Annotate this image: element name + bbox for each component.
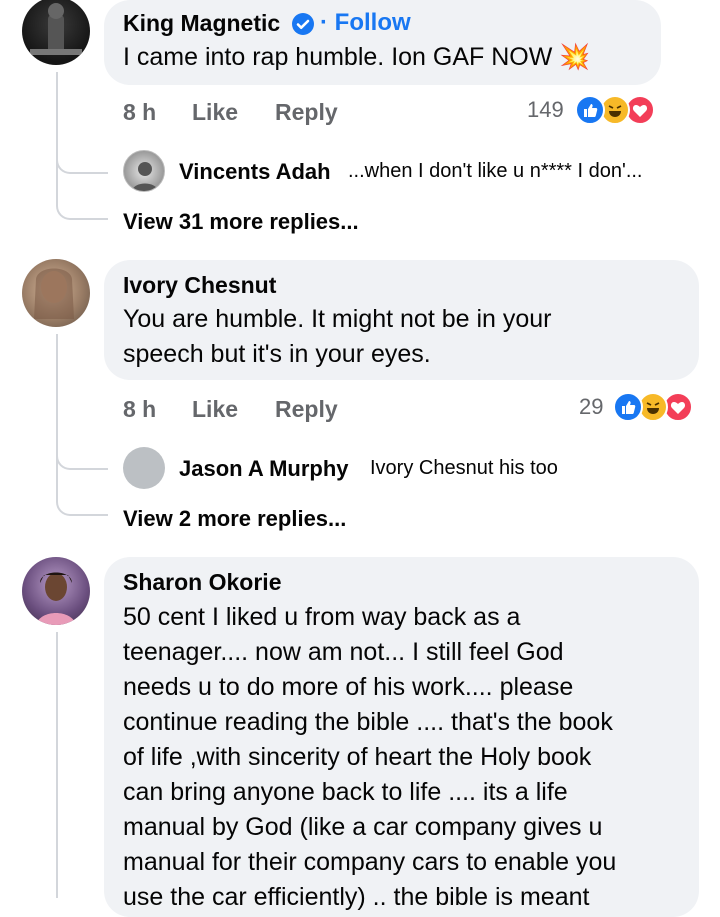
like-button[interactable]: Like [192, 99, 238, 126]
comment-author[interactable]: Ivory Chesnut [123, 272, 276, 299]
comment-text-line: continue reading the bible .... that's t… [123, 708, 613, 736]
comment-text: I came into rap humble. Ion GAF NOW 💥 [123, 40, 590, 75]
avatar-figure-icon [36, 572, 76, 625]
comment-author[interactable]: Sharon Okorie [123, 569, 281, 596]
comment-text-line: manual for their company cars to enable … [123, 848, 617, 876]
avatar-ivory-chesnut[interactable] [22, 259, 90, 327]
reply-text: ...when I don't like u n**** I don'... [348, 160, 643, 182]
reply-button[interactable]: Reply [275, 99, 338, 126]
reply-button[interactable]: Reply [275, 396, 338, 423]
thread-connector [56, 334, 108, 516]
comment-text-line: manual by God (like a car company gives … [123, 813, 603, 841]
comment-author[interactable]: King Magnetic [123, 10, 280, 37]
avatar-figure-icon [34, 268, 74, 319]
comment-text-line: can bring anyone back to life .... its a… [123, 778, 568, 806]
reaction-count[interactable]: 29 [579, 394, 603, 420]
view-more-replies[interactable]: View 31 more replies... [123, 209, 359, 235]
thread-line [56, 632, 58, 898]
like-reaction-icon [575, 95, 605, 125]
comment-text-line: teenager.... now am not... I still feel … [123, 638, 564, 666]
follow-link[interactable]: · Follow [320, 9, 411, 37]
avatar-king-magnetic[interactable] [22, 0, 90, 65]
comment-time: 8 h [123, 396, 157, 422]
comment-text-line: You are humble. It might not be in your [123, 305, 552, 333]
reply-author[interactable]: Jason A Murphy [179, 456, 349, 482]
avatar-figure-icon [30, 3, 82, 55]
reply-author[interactable]: Vincents Adah [179, 159, 331, 185]
reaction-count[interactable]: 149 [527, 97, 564, 123]
comment-text-line: 50 cent I liked u from way back as a [123, 603, 521, 631]
avatar-jason-a-murphy[interactable] [123, 447, 165, 489]
avatar-sharon-okorie[interactable] [22, 557, 90, 625]
verified-badge-icon [291, 12, 315, 36]
like-reaction-icon [613, 392, 643, 422]
avatar-vincents-adah[interactable] [123, 150, 165, 192]
avatar-portrait-icon [132, 162, 158, 191]
view-more-replies[interactable]: View 2 more replies... [123, 506, 346, 532]
comment-text-line: needs u to do more of his work.... pleas… [123, 673, 574, 701]
comment-time: 8 h [123, 99, 157, 125]
like-button[interactable]: Like [192, 396, 238, 423]
explosion-emoji: 💥 [559, 43, 591, 71]
reply-text: Ivory Chesnut his too [370, 457, 558, 479]
thread-connector [56, 72, 108, 220]
comment-text-line: speech but it's in your eyes. [123, 340, 431, 368]
comment-text-content: I came into rap humble. Ion GAF NOW [123, 43, 553, 71]
comment-text-line: of life ,with sincerity of heart the Hol… [123, 743, 592, 771]
